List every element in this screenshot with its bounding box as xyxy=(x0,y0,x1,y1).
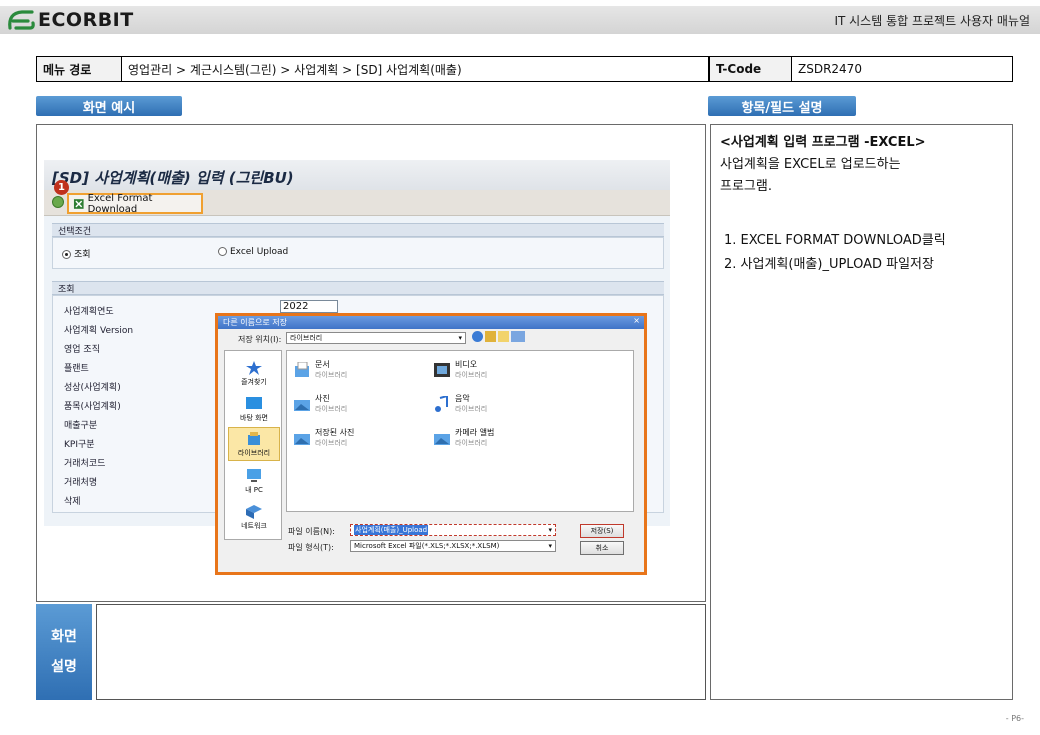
logo: ECORBIT xyxy=(6,7,134,33)
radio-selected-icon xyxy=(62,250,71,259)
chevron-down-icon: ▾ xyxy=(548,526,552,534)
music-icon xyxy=(435,395,448,412)
dialog-nav-icons xyxy=(472,331,528,344)
field-label: 매출구분 xyxy=(64,421,98,431)
excel-button-label: Excel Format Download xyxy=(87,192,153,215)
page-number: - P6- xyxy=(1005,714,1024,723)
save-button[interactable]: 저장(S) xyxy=(580,524,624,538)
sap-program-title: [SD] 사업계획(매출) 입력 (그린BU) xyxy=(52,169,294,187)
radio-excel-upload[interactable]: Excel Upload xyxy=(218,247,288,257)
chevron-down-icon: ▾ xyxy=(458,334,462,342)
close-icon[interactable]: × xyxy=(633,316,640,325)
field-label: 영업 조직 xyxy=(64,345,100,355)
step-item: 2. 사업계획(매출)_UPLOAD 파일저장 xyxy=(724,257,934,272)
screen-desc-header: 화면 설명 xyxy=(36,604,92,700)
field-label: KPI구분 xyxy=(64,440,95,450)
up-folder-icon[interactable] xyxy=(485,331,496,342)
list-item[interactable]: 사진 라이브러리 xyxy=(293,393,347,414)
logo-text: ECORBIT xyxy=(38,9,134,31)
field-label: 삭제 xyxy=(64,497,81,507)
program-desc-line1: 사업계획을 EXCEL로 업로드하는 xyxy=(720,157,901,172)
radio-unselected-icon xyxy=(218,247,227,256)
view-menu-icon[interactable] xyxy=(511,331,525,342)
field-label: 품목(사업계획) xyxy=(64,402,121,412)
screen-example-header: 화면 예시 xyxy=(36,96,182,116)
camera-roll-icon xyxy=(434,433,450,445)
dialog-title: 다른 이름으로 저장 xyxy=(223,318,287,327)
star-icon xyxy=(246,361,262,375)
place-my-pc[interactable]: 내 PC xyxy=(228,463,280,497)
filetype-select[interactable]: Microsoft Excel 파일(*.XLS;*.XLSX;*.XLSM) ▾ xyxy=(350,540,556,552)
video-icon xyxy=(434,362,450,377)
excel-format-download-button[interactable]: Excel Format Download xyxy=(67,192,203,215)
filetype-label: 파일 형식(T): xyxy=(288,543,334,552)
radio-upload-label: Excel Upload xyxy=(230,247,289,257)
program-desc-line2: 프로그램. xyxy=(720,179,772,194)
radio-query-label: 조회 xyxy=(74,250,91,260)
location-label: 저장 위치(I): xyxy=(238,335,282,344)
query-group-title: 조회 xyxy=(52,281,664,295)
saved-pictures-icon xyxy=(294,433,310,445)
manual-title: IT 시스템 통합 프로젝트 사용자 매뉴얼 xyxy=(834,14,1030,28)
location-value: 라이브러리 xyxy=(290,334,323,342)
field-desc-panel xyxy=(710,124,1013,700)
place-library[interactable]: 라이브러리 xyxy=(228,427,280,461)
radio-query[interactable]: 조회 xyxy=(62,247,91,260)
place-desktop[interactable]: 바탕 화면 xyxy=(228,391,280,425)
new-folder-icon[interactable] xyxy=(498,331,509,342)
menu-path-value: 영업관리 > 계근시스템(그린) > 사업계획 > [SD] 사업계획(매출) xyxy=(121,56,709,82)
excel-icon xyxy=(73,198,84,209)
tcode-label: T-Code xyxy=(709,56,792,82)
documents-icon xyxy=(295,361,309,377)
year-input[interactable]: 2022 xyxy=(280,300,338,313)
field-desc-header: 항목/필드 설명 xyxy=(708,96,856,116)
filename-label: 파일 이름(N): xyxy=(288,527,335,536)
location-select[interactable]: 라이브러리 ▾ xyxy=(286,332,466,344)
selection-group-box xyxy=(52,237,664,269)
place-favorites[interactable]: 즐겨찾기 xyxy=(228,355,280,389)
network-icon xyxy=(246,505,262,519)
dialog-titlebar: 다른 이름으로 저장 × xyxy=(218,316,644,329)
step-item: 1. EXCEL FORMAT DOWNLOAD클릭 xyxy=(724,233,946,248)
cancel-button[interactable]: 취소 xyxy=(580,541,624,555)
field-label: 사업계획 Version xyxy=(64,326,134,336)
back-icon[interactable] xyxy=(472,331,483,342)
desktop-icon xyxy=(246,397,262,409)
field-label: 성상(사업계획) xyxy=(64,383,121,393)
field-label: 거래처코드 xyxy=(64,459,106,469)
chevron-down-icon: ▾ xyxy=(548,542,552,550)
list-item[interactable]: 저장된 사진 라이브러리 xyxy=(293,427,354,448)
library-icon xyxy=(248,432,260,445)
list-item[interactable]: 음악 라이브러리 xyxy=(433,393,487,414)
list-item[interactable]: 카메라 앨범 라이브러리 xyxy=(433,427,494,448)
field-label: 거래처명 xyxy=(64,478,98,488)
list-item[interactable]: 비디오 라이브러리 xyxy=(433,359,487,380)
filename-value: 사업계획(매출)_Upload xyxy=(354,525,429,535)
tcode-value: ZSDR2470 xyxy=(791,56,1013,82)
screen-desc-box xyxy=(96,604,706,700)
places-bar: 즐겨찾기 바탕 화면 라이브러리 내 PC 네트워크 xyxy=(224,350,282,540)
selection-group-title: 선택조건 xyxy=(52,223,664,237)
field-label: 플랜트 xyxy=(64,364,89,374)
execute-icon[interactable] xyxy=(52,196,64,208)
ecorbit-logo-icon xyxy=(8,10,35,30)
pictures-icon xyxy=(294,399,310,411)
menu-path-label: 메뉴 경로 xyxy=(36,56,122,82)
file-list: 문서 라이브러리 비디오 라이브러리 사진 라이브러리 음악 라이브러리 저장된 사진 라… xyxy=(286,350,634,512)
list-item[interactable]: 문서 라이브러리 xyxy=(293,359,347,380)
filetype-value: Microsoft Excel 파일(*.XLS;*.XLSX;*.XLSM) xyxy=(354,542,500,550)
filename-input[interactable]: 사업계획(매출)_Upload ▾ xyxy=(350,524,556,536)
program-heading: <사업계획 입력 프로그램 -EXCEL> xyxy=(720,135,926,150)
field-label: 사업계획연도 xyxy=(64,307,114,317)
place-network[interactable]: 네트워크 xyxy=(228,499,280,533)
computer-icon xyxy=(247,469,261,482)
